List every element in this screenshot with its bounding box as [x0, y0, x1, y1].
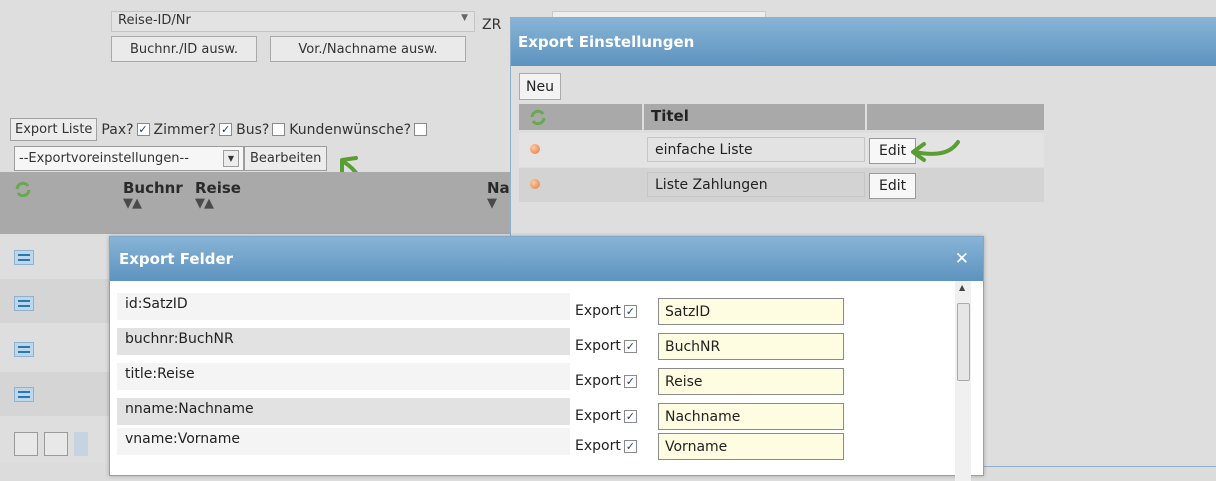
- setting-title: Liste Zahlungen: [647, 172, 865, 197]
- row-details-icon[interactable]: [14, 250, 34, 265]
- new-button[interactable]: Neu: [519, 73, 561, 100]
- export-label: Export: [575, 438, 621, 454]
- export-label: Export: [575, 338, 621, 354]
- export-column-name-input[interactable]: [658, 368, 844, 395]
- option-kundenwuensche-checkbox[interactable]: [414, 123, 428, 136]
- field-row: vname:Vorname Export ✓: [117, 428, 957, 462]
- chevron-down-icon[interactable]: ▼: [223, 150, 239, 167]
- field-name: buchnr:BuchNR: [117, 328, 570, 355]
- export-column-name-input[interactable]: [658, 333, 844, 360]
- export-options-row: Export Liste Pax? ✓ Zimmer? ✓ Bus? Kunde…: [10, 118, 431, 141]
- option-zimmer-checkbox[interactable]: ✓: [219, 123, 233, 136]
- option-zimmer-label: Zimmer?: [153, 121, 217, 138]
- option-pax-label: Pax?: [101, 121, 134, 138]
- column-reise[interactable]: Reise: [195, 179, 241, 197]
- column-nachname[interactable]: Na: [487, 179, 510, 197]
- export-pdf-icon[interactable]: [14, 432, 38, 456]
- export-column-name-input[interactable]: [658, 403, 844, 430]
- export-checkbox[interactable]: ✓: [623, 339, 637, 353]
- settings-table-header: Titel: [519, 104, 1044, 130]
- option-bus-checkbox[interactable]: [272, 123, 286, 136]
- sort-buchnr-icon[interactable]: ▼▲: [123, 196, 142, 211]
- row-details-icon[interactable]: [14, 342, 34, 357]
- export-settings-title: Export Einstellungen: [511, 18, 1216, 66]
- field-row: nname:Nachname Export ✓: [117, 398, 957, 432]
- option-bus-label: Bus?: [236, 121, 270, 138]
- export-doc-icon[interactable]: [44, 432, 68, 456]
- refresh-icon[interactable]: [529, 109, 547, 125]
- field-name: title:Reise: [117, 363, 570, 390]
- export-label: Export: [575, 303, 621, 319]
- column-buchnr[interactable]: Buchnr: [123, 179, 183, 197]
- export-preset-select[interactable]: --Exportvoreinstellungen-- ▼: [14, 146, 244, 171]
- export-column-name-input[interactable]: [658, 433, 844, 460]
- reise-id-select[interactable]: Reise-ID/Nr ▼: [111, 11, 475, 32]
- export-checkbox[interactable]: ✓: [623, 439, 637, 453]
- table-row: Liste Zahlungen Edit: [519, 168, 1044, 202]
- scroll-up-icon[interactable]: ▲: [959, 283, 965, 292]
- export-checkbox[interactable]: ✓: [623, 409, 637, 423]
- option-pax-checkbox[interactable]: ✓: [136, 123, 150, 136]
- export-checkbox[interactable]: ✓: [623, 304, 637, 318]
- column-divider: [642, 104, 644, 130]
- annotation-arrow-icon: [911, 140, 960, 162]
- status-dot-icon: [530, 179, 540, 189]
- setting-title: einfache Liste: [647, 137, 865, 162]
- zr-label: ZR: [482, 17, 502, 33]
- field-row: id:SatzID Export ✓: [117, 293, 957, 327]
- field-name: id:SatzID: [117, 293, 570, 320]
- row-details-icon[interactable]: [14, 296, 34, 311]
- field-name: vname:Vorname: [117, 428, 570, 455]
- close-icon[interactable]: ✕: [955, 249, 969, 269]
- export-fields-dialog: Export Felder ✕ id:SatzID Export✓ buchnr…: [109, 236, 984, 481]
- buchnr-select-button[interactable]: Buchnr./ID ausw.: [111, 36, 257, 62]
- field-row: title:Reise Export ✓: [117, 363, 957, 397]
- refresh-icon[interactable]: [14, 181, 32, 197]
- sort-reise-icon[interactable]: ▼▲: [195, 196, 214, 211]
- chevron-down-icon: ▼: [461, 13, 468, 23]
- name-select-button[interactable]: Vor./Nachname ausw.: [270, 36, 466, 62]
- field-name: nname:Nachname: [117, 398, 570, 425]
- column-divider: [865, 104, 867, 130]
- export-fields-title: Export Felder: [110, 237, 983, 281]
- export-preset-value: --Exportvoreinstellungen--: [19, 151, 189, 166]
- bearbeiten-button[interactable]: Bearbeiten: [244, 146, 328, 171]
- export-label: Export: [575, 373, 621, 389]
- vertical-scrollbar[interactable]: ▲: [955, 281, 971, 481]
- row-details-icon[interactable]: [14, 387, 34, 402]
- column-titel: Titel: [651, 107, 689, 125]
- status-dot-icon: [530, 144, 540, 154]
- save-icon[interactable]: [74, 432, 88, 456]
- export-column-name-input[interactable]: [658, 298, 844, 325]
- export-checkbox[interactable]: ✓: [623, 374, 637, 388]
- export-list-button[interactable]: Export Liste: [10, 118, 98, 141]
- scroll-thumb[interactable]: [957, 303, 970, 381]
- field-row: buchnr:BuchNR Export ✓: [117, 328, 957, 362]
- edit-button[interactable]: Edit: [869, 173, 917, 199]
- sort-nachname-icon[interactable]: ▼: [487, 196, 497, 211]
- grid-header: Buchnr ▼▲ Reise ▼▲ Na ▼: [0, 172, 512, 234]
- export-label: Export: [575, 408, 621, 424]
- reise-id-select-value: Reise-ID/Nr: [118, 13, 191, 28]
- option-kundenwuensche-label: Kundenwünsche?: [289, 121, 412, 138]
